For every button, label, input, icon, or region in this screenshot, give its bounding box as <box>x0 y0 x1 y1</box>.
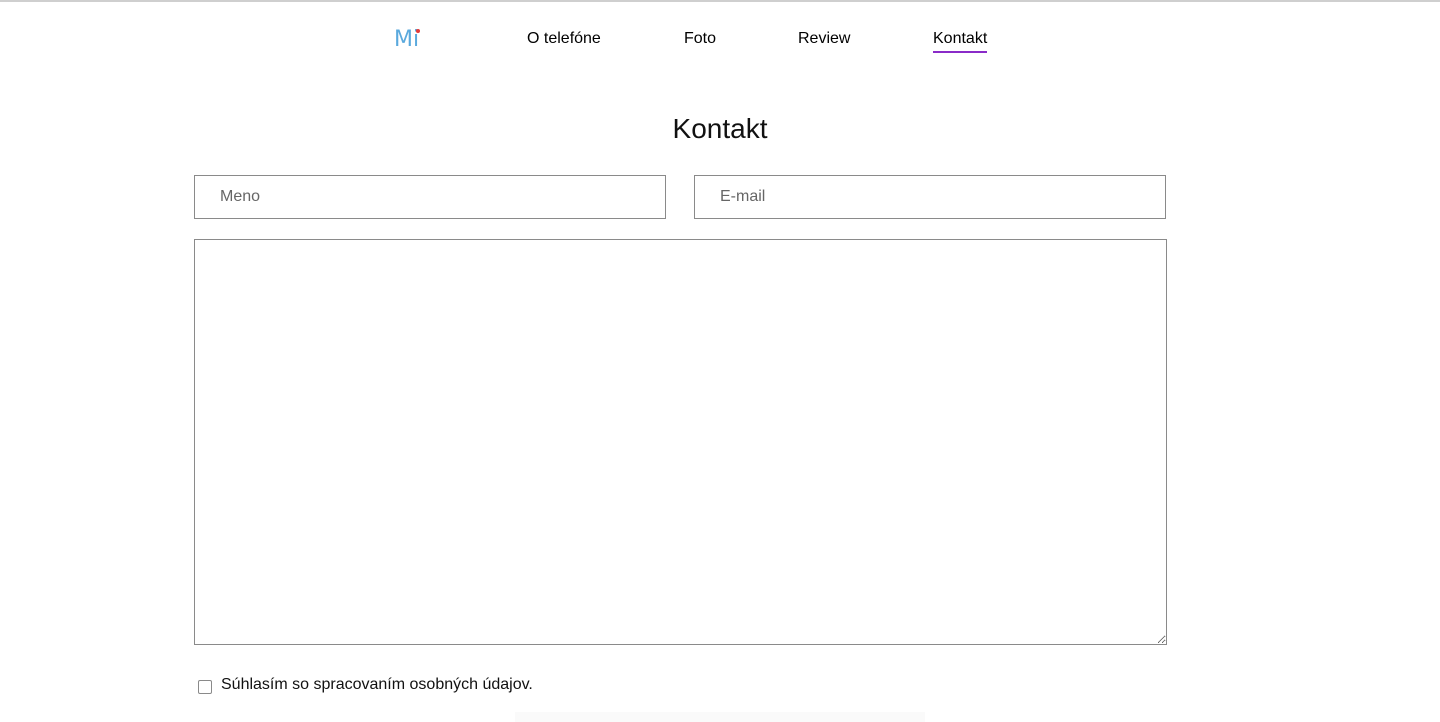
email-input[interactable] <box>694 175 1166 219</box>
consent-label: Súhlasím so spracovaním osobných údajov. <box>221 676 533 693</box>
logo-dot-icon <box>416 29 420 33</box>
main-navigation: Mi O telefóne Foto Review Kontakt <box>0 0 1440 80</box>
name-input[interactable] <box>194 175 666 219</box>
consent-checkbox[interactable] <box>198 679 212 694</box>
nav-link-review[interactable]: Review <box>798 29 850 49</box>
message-textarea[interactable] <box>194 239 1167 645</box>
page-title: Kontakt <box>672 113 768 144</box>
consent-row[interactable]: Súhlasím so spracovaním osobných údajov. <box>198 675 533 695</box>
submit-button-partial[interactable] <box>515 712 925 722</box>
nav-link-kontakt[interactable]: Kontakt <box>933 29 988 53</box>
nav-link-o-telefone[interactable]: O telefóne <box>527 29 601 49</box>
nav-link-foto[interactable]: Foto <box>684 29 716 49</box>
mi-logo[interactable]: Mi <box>394 27 424 53</box>
